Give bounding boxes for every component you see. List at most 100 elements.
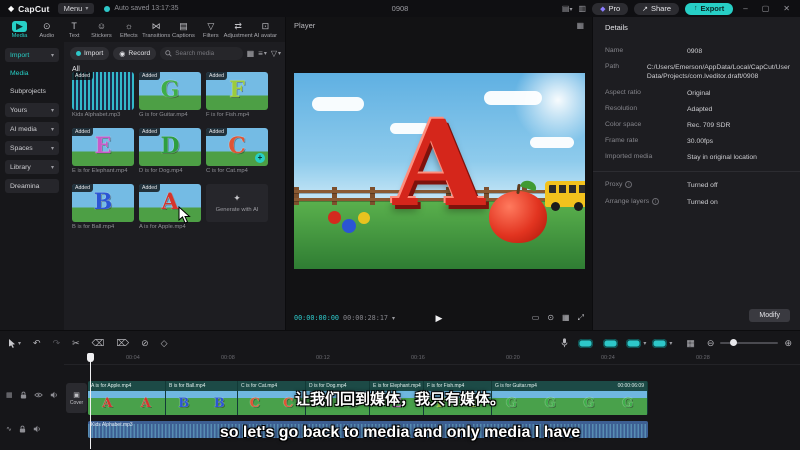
render-preview-icon[interactable]: ▦ <box>686 338 695 349</box>
info-icon[interactable]: i <box>652 198 660 205</box>
sidebar-item-spaces[interactable]: Spaces ▾ <box>5 141 59 155</box>
timeline-zoom-slider[interactable] <box>720 339 779 346</box>
tab-effects[interactable]: ☼ Effects <box>115 21 142 39</box>
redo-button[interactable]: ↷ <box>53 338 61 349</box>
search-icon <box>165 50 172 57</box>
link-toggle[interactable]: ▾ <box>626 338 646 348</box>
preview-axis-toggle[interactable]: ▾ <box>652 338 672 348</box>
detail-row-color-space: Color space Rec. 709 SDR <box>605 121 731 129</box>
delete-left-button[interactable]: ⌫ <box>92 338 105 349</box>
delete-button[interactable]: ⊘ <box>141 338 149 349</box>
panel-layout-icon[interactable]: ▥ <box>579 4 587 13</box>
minimize-button[interactable]: – <box>739 4 751 13</box>
generate-with-ai-button[interactable]: ✦ Generate with AI <box>206 184 268 222</box>
media-item-guitar[interactable]: Added G G is for Guitar.mp4 <box>139 72 201 118</box>
share-button[interactable]: ↗ Share <box>634 2 680 15</box>
detail-row-frame-rate: Frame rate 30.00fps <box>605 137 714 145</box>
detail-row-resolution: Resolution Adapted <box>605 105 713 113</box>
sort-icon[interactable]: ≡ ▾ <box>258 49 267 58</box>
media-item-cat[interactable]: Added C + C is for Cat.mp4 <box>206 128 268 174</box>
tab-stickers[interactable]: ☺ Stickers <box>88 21 115 39</box>
captions-icon: ▤ <box>179 20 188 31</box>
added-badge: Added <box>139 184 161 192</box>
tab-audio[interactable]: ⊙ Audio <box>33 21 60 39</box>
detail-row-name: Name 0908 <box>605 47 703 55</box>
added-badge: Added <box>206 72 228 80</box>
audio-icon: ⊙ <box>43 20 51 31</box>
search-input[interactable]: Search media <box>160 47 243 60</box>
tab-ai-avatar[interactable]: ⊡ AI avatar <box>252 21 279 39</box>
sidebar-item-ai-media[interactable]: AI media ▾ <box>5 122 59 136</box>
modify-button[interactable]: Modify <box>749 309 790 322</box>
layout-switch-icon[interactable]: ▤▾ <box>562 4 573 13</box>
record-button[interactable]: ◉ Record <box>113 47 157 60</box>
delete-right-button[interactable]: ⌦ <box>116 338 129 349</box>
sidebar-item-subprojects[interactable]: Subprojects <box>10 85 59 97</box>
tab-media[interactable]: ▶ Media <box>6 20 33 39</box>
select-tool-button[interactable]: ▾ <box>8 338 21 348</box>
add-to-timeline-button[interactable]: + <box>255 153 265 163</box>
keyframe-button[interactable]: ◇ <box>161 338 168 349</box>
media-item-elephant[interactable]: Added E E is for Elephant.mp4 <box>72 128 134 174</box>
filter-icon[interactable]: ▽ ▾ <box>271 49 281 58</box>
split-button[interactable]: ✂ <box>72 338 80 349</box>
player-settings-icon[interactable]: ▦ <box>576 21 584 30</box>
details-title: Details <box>605 23 628 32</box>
info-icon[interactable]: i <box>625 181 633 188</box>
sun-glare <box>513 73 585 145</box>
subtitle-chinese: 让我们回到媒体，我只有媒体。 <box>294 391 505 408</box>
tab-filters[interactable]: ▽ Filters <box>197 21 224 39</box>
ball-blue <box>342 219 356 233</box>
details-panel: Details Name 0908 Path C:/Users/Emerson/Ap… <box>593 17 800 330</box>
cloud <box>530 137 574 148</box>
pro-button[interactable]: ◆ Pro <box>592 2 629 15</box>
tab-adjustment[interactable]: ⇄ Adjustment <box>224 21 253 39</box>
sidebar-item-dreamina[interactable]: Dreamina <box>5 179 59 193</box>
timeline-toolbar: ▾ ↶ ↷ ✂ ⌫ ⌦ ⊘ ◇ ▾ ▾ ▦ ⊖ ⊕ <box>0 334 800 352</box>
grid-view-icon[interactable]: ▦ <box>247 49 255 58</box>
subtitle-english: so let's go back to media and only media… <box>219 424 581 441</box>
filters-icon: ▽ <box>207 20 215 31</box>
import-button[interactable]: Import <box>70 47 110 60</box>
ball-yellow <box>358 212 370 224</box>
divider <box>593 171 800 172</box>
undo-button[interactable]: ↶ <box>33 338 41 349</box>
preview-quality-icon[interactable]: ▭ <box>532 313 540 323</box>
ratio-icon[interactable]: ▦ <box>562 313 570 323</box>
media-item-fish[interactable]: Added F F is for Fish.mp4 <box>206 72 268 118</box>
record-icon: ◉ <box>119 50 126 58</box>
chevron-down-icon: ▾ <box>50 52 54 59</box>
timeline-ruler[interactable]: 00:04 00:08 00:12 00:16 00:20 00:24 00:2… <box>64 353 800 365</box>
detail-row-aspect-ratio: Aspect ratio Original <box>605 89 711 97</box>
sidebar-item-library[interactable]: Library ▾ <box>5 160 59 174</box>
tab-text[interactable]: T Text <box>61 21 88 39</box>
zoom-out-button[interactable]: ⊖ <box>707 338 715 349</box>
sidebar-item-media[interactable]: Media <box>10 67 59 79</box>
tab-captions[interactable]: ▤ Captions <box>170 21 197 39</box>
sidebar-item-import[interactable]: Import ▾ <box>5 48 59 62</box>
media-item-audio[interactable]: Added Kids Alphabet.mp3 <box>72 72 134 118</box>
ai-sparkle-icon: ✦ <box>233 193 241 203</box>
snap-toggle[interactable] <box>603 338 619 348</box>
detail-row-arrange-layers: Arrange layers i Turned on <box>605 198 718 206</box>
player-controls: 00:00:00:00 00:00:28:17 ▾ ▶ ▭ ⊙ ▦ ⤢ <box>294 311 584 325</box>
tab-transitions[interactable]: ⋈ Transitions <box>142 21 170 39</box>
fullscreen-icon[interactable]: ⤢ <box>578 313 584 323</box>
video-preview[interactable]: A <box>294 73 585 269</box>
effects-icon: ☼ <box>124 20 133 31</box>
maximize-button[interactable]: ▢ <box>758 4 774 13</box>
capcut-window: ◆ CapCut Menu ▾ Auto saved 13:17:35 0908 … <box>0 0 800 450</box>
export-button[interactable]: ↑ Export <box>685 2 734 15</box>
snapshot-icon[interactable]: ⊙ <box>547 313 554 323</box>
sidebar-item-yours[interactable]: Yours ▾ <box>5 103 59 117</box>
media-item-dog[interactable]: Added D D is for Dog.mp4 <box>139 128 201 174</box>
ribbon-tabs: ▶ Media ⊙ Audio T Text ☺ Stickers ☼ Effe… <box>0 17 285 42</box>
media-item-ball[interactable]: Added B B is for Ball.mp4 <box>72 184 134 230</box>
cloud <box>312 97 364 111</box>
voiceover-mic-button[interactable] <box>561 338 568 348</box>
chevron-down-icon: ▾ <box>50 107 54 114</box>
zoom-in-button[interactable]: ⊕ <box>784 338 792 349</box>
close-button[interactable]: ✕ <box>779 4 794 13</box>
ripple-delete-toggle[interactable] <box>578 338 594 348</box>
media-item-apple[interactable]: Added A A is for Apple.mp4 <box>139 184 201 230</box>
